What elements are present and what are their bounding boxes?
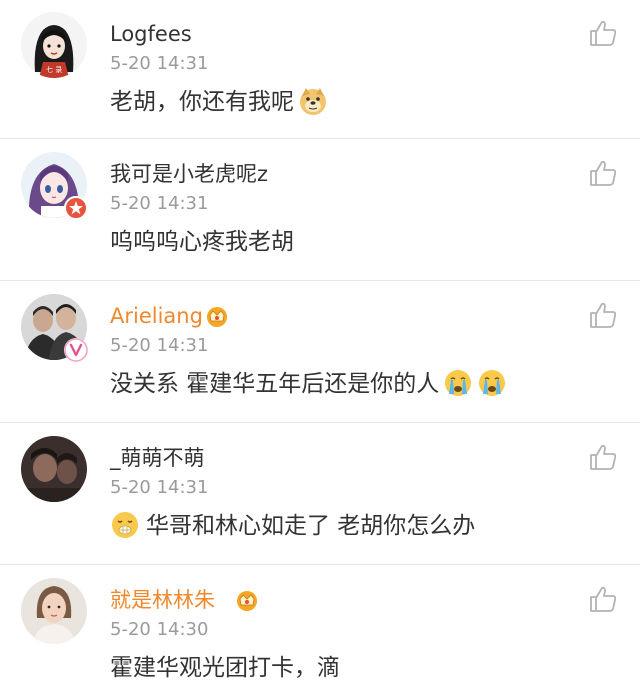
timestamp: 5-20 14:31	[110, 53, 209, 74]
comment-text: 华哥和林心如走了 老胡你怎么办	[110, 510, 475, 542]
comment-text: 呜呜呜心疼我老胡	[110, 226, 294, 258]
comment-item: 我可是小老虎呢z 5-20 14:31 呜呜呜心疼我老胡	[0, 140, 640, 281]
hush-emoji-icon	[110, 510, 140, 540]
timestamp: 5-20 14:30	[110, 619, 209, 640]
girl-avatar-icon[interactable]: 七 录	[21, 12, 87, 78]
crying-emoji-icon	[477, 368, 507, 398]
comment-list: 七 录 Logfees 5-20 14:31 老胡，你还有我呢 我可是小老虎呢z	[0, 0, 640, 699]
woman-portrait-avatar-icon[interactable]	[21, 578, 87, 644]
comment-text-value: 呜呜呜心疼我老胡	[110, 229, 294, 255]
thumbs-up-icon[interactable]	[588, 442, 618, 472]
comment-text-value: 老胡，你还有我呢	[110, 89, 294, 115]
comment-item: 七 录 Logfees 5-20 14:31 老胡，你还有我呢	[0, 0, 640, 139]
svg-text:七 录: 七 录	[46, 65, 62, 74]
comment-text: 没关系 霍建华五年后还是你的人	[110, 368, 507, 400]
comment-text-value: 华哥和林心如走了 老胡你怎么办	[146, 513, 476, 539]
comment-text: 老胡，你还有我呢	[110, 86, 328, 118]
username[interactable]: _萌萌不萌	[110, 444, 205, 472]
username[interactable]: Logfees	[110, 20, 192, 48]
comment-text-value: 霍建华观光团打卡，滴	[110, 655, 340, 681]
star-badge-icon	[64, 196, 88, 220]
timestamp: 5-20 14:31	[110, 477, 209, 498]
username[interactable]: Arieliang	[110, 302, 203, 330]
thumbs-up-icon[interactable]	[588, 158, 618, 188]
dim-photo-avatar-icon[interactable]	[21, 436, 87, 502]
timestamp: 5-20 14:31	[110, 193, 209, 214]
thumbs-up-icon[interactable]	[588, 18, 618, 48]
crying-emoji-icon	[443, 368, 473, 398]
vip-crown-icon	[207, 307, 227, 327]
comment-item: Arieliang 5-20 14:31 没关系 霍建华五年后还是你的人	[0, 282, 640, 423]
username[interactable]: 就是林林朱	[110, 586, 215, 614]
vip-v-badge-icon	[64, 338, 88, 362]
comment-item: 就是林林朱 5-20 14:30 霍建华观光团打卡，滴	[0, 566, 640, 699]
comment-item: _萌萌不萌 5-20 14:31 华哥和林心如走了 老胡你怎么办	[0, 424, 640, 565]
thumbs-up-icon[interactable]	[588, 300, 618, 330]
vip-crown-icon	[237, 591, 257, 611]
timestamp: 5-20 14:31	[110, 335, 209, 356]
comment-text: 霍建华观光团打卡，滴	[110, 652, 340, 684]
doge-emoji-icon	[298, 86, 328, 116]
thumbs-up-icon[interactable]	[588, 584, 618, 614]
username[interactable]: 我可是小老虎呢z	[110, 160, 268, 188]
comment-text-value: 没关系 霍建华五年后还是你的人	[110, 371, 440, 397]
